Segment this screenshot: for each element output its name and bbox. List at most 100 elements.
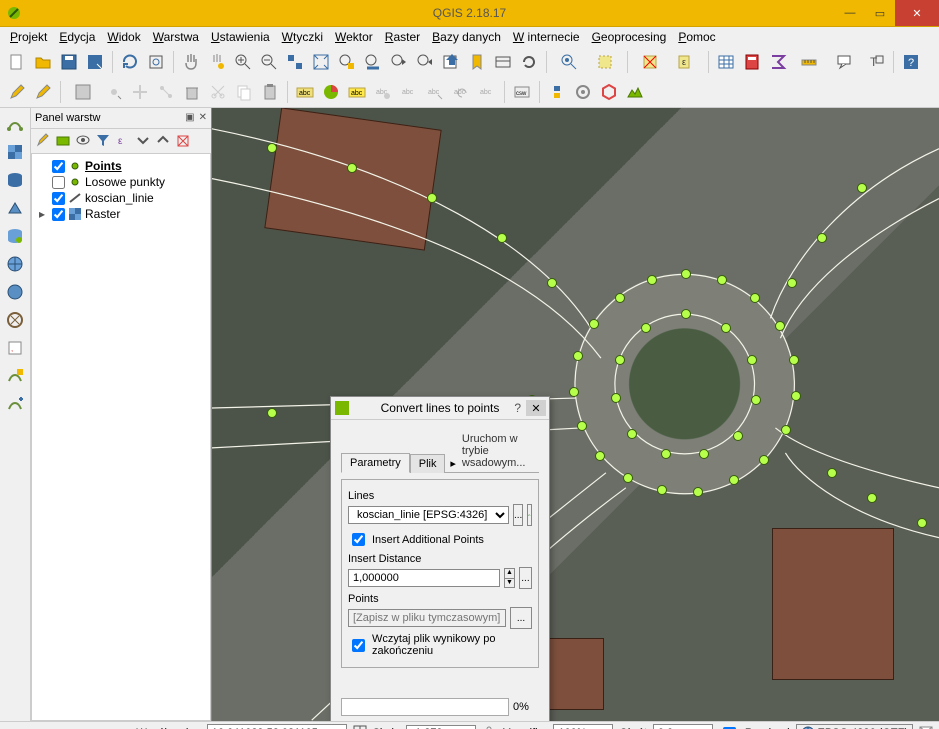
distance-spinner[interactable]: ▲▼ [504,568,515,588]
add-delimited-icon[interactable]: , [3,338,27,358]
layer-row-losowe[interactable]: Losowe punkty [34,174,208,190]
text-annotation-icon[interactable]: T [864,50,888,74]
layer-collapse-icon[interactable] [155,132,171,151]
menu-pomoc[interactable]: Pomoc [672,28,721,46]
crs-button[interactable]: EPSG:4326 (OTF) [796,724,913,729]
layer-visibility-icon[interactable] [75,132,91,151]
label-pin-icon[interactable]: abc [371,80,395,104]
magnifier-input[interactable] [553,724,613,729]
label-show-icon[interactable]: abc [397,80,421,104]
panel-close-icon[interactable]: ✕ [199,112,207,124]
zoom-native-icon[interactable] [283,50,307,74]
add-spatialite-icon[interactable] [3,198,27,218]
pencil-icon[interactable] [31,80,55,104]
maptips-icon[interactable] [828,50,862,74]
maximize-button[interactable]: ▭ [865,0,895,26]
menu-projekt[interactable]: Projekt [4,28,53,46]
zoom-next-icon[interactable] [413,50,437,74]
python-icon[interactable] [545,80,569,104]
dialog-close-icon[interactable]: ✕ [526,400,546,416]
menu-raster[interactable]: Raster [379,28,426,46]
zoom-extent-icon[interactable] [144,50,168,74]
show-bookmarks-icon[interactable] [491,50,515,74]
cut-icon[interactable] [206,80,230,104]
pan-to-selection-icon[interactable] [205,50,229,74]
insert-additional-checkbox[interactable] [352,533,365,546]
identify-icon[interactable] [552,50,586,74]
add-vector-icon[interactable] [3,114,27,134]
menu-geoprocesing[interactable]: Geoprocesing [586,28,673,46]
dialog-help-icon[interactable]: ? [514,401,521,415]
measure-icon[interactable] [792,50,826,74]
menu-ustawienia[interactable]: Ustawienia [205,28,276,46]
layer-row-raster[interactable]: ▸ Raster [34,206,208,222]
points-output-input[interactable] [348,609,506,627]
scale-select[interactable]: 1:279 [406,725,476,729]
add-raster-icon[interactable] [3,142,27,162]
add-virtual-icon[interactable] [3,366,27,386]
open-project-icon[interactable] [31,50,55,74]
label-rotate-icon[interactable]: abc [449,80,473,104]
menu-edycja[interactable]: Edycja [53,28,101,46]
paste-icon[interactable] [258,80,282,104]
menu-widok[interactable]: Widok [101,28,146,46]
label-change-icon[interactable]: abc [475,80,499,104]
scroll-right-icon[interactable]: ▸ [448,455,458,472]
map-export-icon[interactable] [439,50,463,74]
points-browse-button[interactable]: ... [510,607,532,629]
label-move-icon[interactable]: abc [423,80,447,104]
tab-parameters[interactable]: Parametry [341,453,410,473]
layer-expand-icon[interactable] [135,132,151,151]
batch-mode-link[interactable]: Uruchom w trybie wsadowym... [458,430,539,472]
distance-options-button[interactable]: ... [519,567,532,589]
layer-style-icon[interactable] [35,132,51,151]
lines-iterate-button[interactable] [527,504,532,526]
new-project-icon[interactable] [5,50,29,74]
label-highlight-icon[interactable]: abc [345,80,369,104]
lines-select[interactable]: koscian_linie [EPSG:4326] [348,506,509,524]
help-icon[interactable]: ? [899,50,923,74]
layer-tree[interactable]: Points Losowe punkty koscian_linie ▸ Ras… [31,153,211,721]
label-abc-icon[interactable]: abc [293,80,317,104]
zoom-in-icon[interactable] [231,50,255,74]
save-edits-icon[interactable] [66,80,100,104]
distance-input[interactable] [348,569,500,587]
load-result-checkbox[interactable] [352,639,365,652]
processing-icon[interactable] [571,80,595,104]
save-as-icon[interactable] [83,50,107,74]
statistics-icon[interactable] [766,50,790,74]
add-wms-icon[interactable] [3,254,27,274]
lines-browse-button[interactable]: ... [513,504,523,526]
messages-icon[interactable] [919,725,933,729]
field-calc-icon[interactable] [740,50,764,74]
panel-undock-icon[interactable]: ▣ [185,112,194,124]
map-canvas[interactable]: Convert lines to points ? ✕ Parametry Pl… [212,108,939,721]
layer-remove-icon[interactable] [175,132,191,151]
menu-warstwa[interactable]: Warstwa [147,28,205,46]
layer-add-group-icon[interactable] [55,132,71,151]
refresh2-icon[interactable] [517,50,541,74]
terrain-icon[interactable] [623,80,647,104]
dialog-titlebar[interactable]: Convert lines to points ? ✕ [331,397,549,420]
layer-checkbox[interactable] [52,176,65,189]
menu-bazy danych[interactable]: Bazy danych [426,28,507,46]
add-wfs-icon[interactable] [3,310,27,330]
lock-icon[interactable] [482,725,496,729]
delete-selected-icon[interactable] [180,80,204,104]
layer-checkbox[interactable] [52,208,65,221]
add-wcs-icon[interactable] [3,282,27,302]
minimize-button[interactable]: — [835,0,865,26]
node-tool-icon[interactable] [154,80,178,104]
rotation-input[interactable] [653,724,713,729]
close-button[interactable]: ✕ [895,0,939,26]
zoom-selection-icon[interactable] [335,50,359,74]
diagram-icon[interactable] [319,80,343,104]
zoom-out-icon[interactable] [257,50,281,74]
coord-toggle-icon[interactable] [353,725,367,729]
zoom-last-icon[interactable] [387,50,411,74]
layer-row-koscian[interactable]: koscian_linie [34,190,208,206]
copy-icon[interactable] [232,80,256,104]
add-mssql-icon[interactable] [3,226,27,246]
deselect-icon[interactable] [633,50,667,74]
edit-toggle-icon[interactable] [5,80,29,104]
